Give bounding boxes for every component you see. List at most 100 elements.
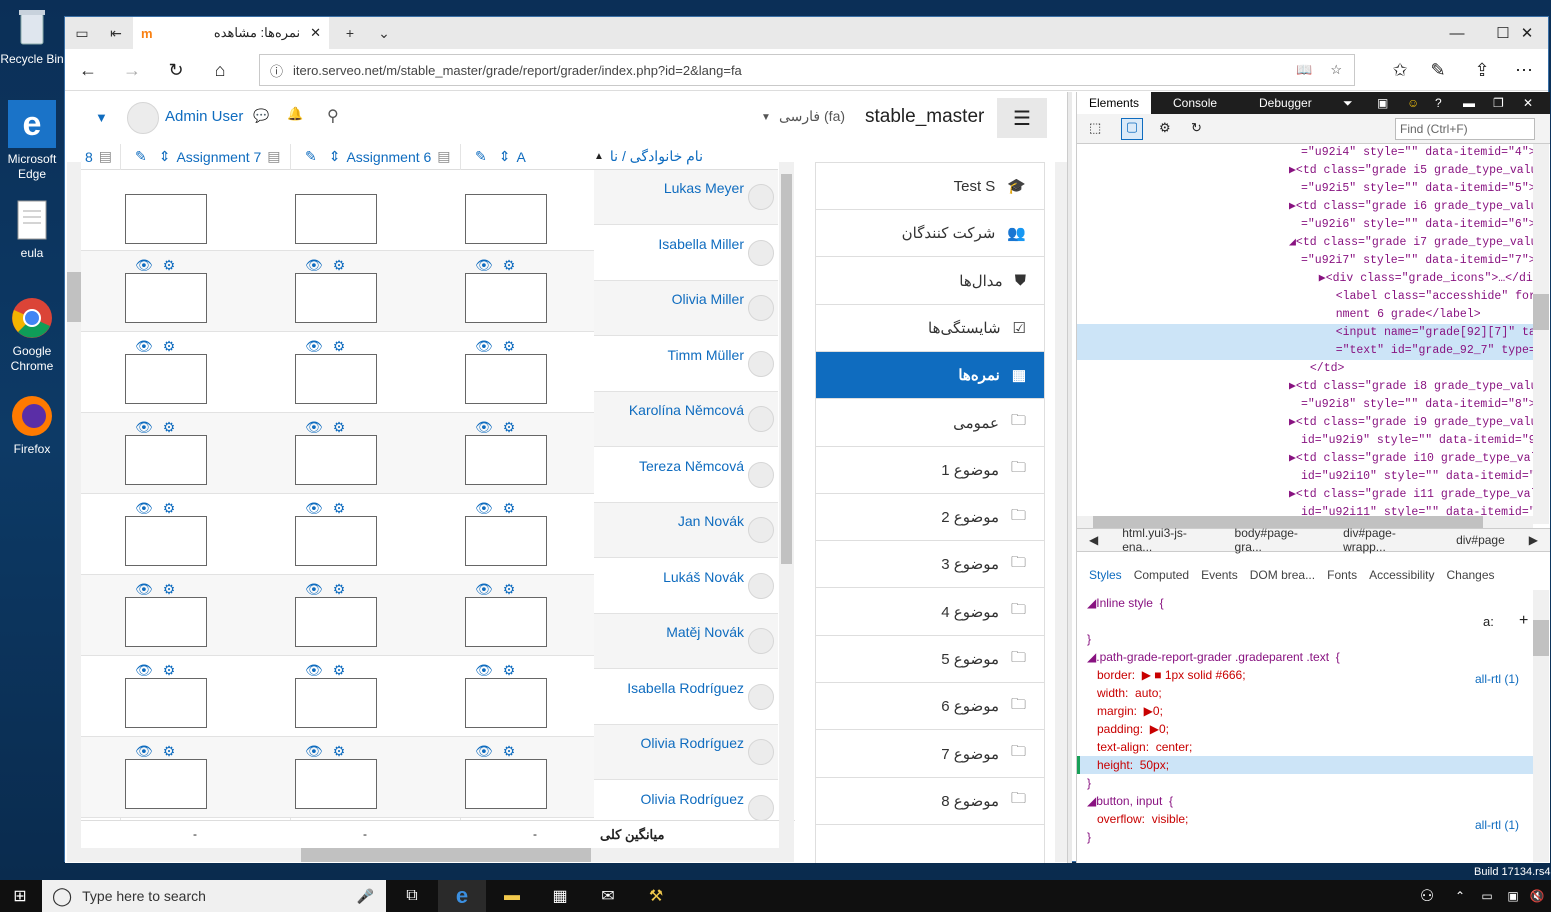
style-line[interactable]: } xyxy=(1077,630,1533,648)
gear-icon[interactable]: ⚙ xyxy=(163,662,176,679)
breadcrumb-item[interactable]: html.yui3-js-ena... xyxy=(1110,526,1222,554)
gear-icon[interactable]: ⚙ xyxy=(503,338,516,355)
avatar[interactable] xyxy=(127,102,159,134)
select-element-icon[interactable]: ⬚ xyxy=(1089,120,1101,136)
style-line[interactable]: overflow: visible; xyxy=(1077,810,1533,828)
grade-input[interactable] xyxy=(295,678,377,728)
edit-pencil-icon[interactable]: ✎ xyxy=(475,148,487,165)
dom-tree-scrollbar[interactable] xyxy=(1533,144,1549,524)
grade-input[interactable] xyxy=(465,759,547,809)
student-name-link[interactable]: Karolína Němcová xyxy=(629,402,744,418)
style-line[interactable] xyxy=(1077,612,1533,630)
grade-input[interactable] xyxy=(295,273,377,323)
breadcrumb-item[interactable]: body#page-gra... xyxy=(1223,526,1332,554)
help-icon[interactable]: ? xyxy=(1423,92,1454,114)
column-header[interactable]: ✎ ⇕ Assignment 7 ▤ xyxy=(121,144,290,170)
tab-console[interactable]: Console xyxy=(1161,92,1229,114)
sort-arrows-icon[interactable]: ⇕ xyxy=(499,148,511,165)
student-name-link[interactable]: Olivia Rodríguez xyxy=(641,791,745,807)
eye-icon[interactable]: 👁 xyxy=(475,581,493,598)
dom-line[interactable]: ▶<div class="grade_icons">…</div> xyxy=(1077,270,1533,288)
dom-line[interactable]: ="text" id="grade_92_7" type="tex xyxy=(1077,342,1533,360)
dom-line[interactable]: ▶<td class="grade i11 grade_type_val xyxy=(1077,486,1533,504)
student-name-link[interactable]: Olivia Rodríguez xyxy=(641,735,745,751)
column-header[interactable]: Assignment 8▤ xyxy=(81,144,120,170)
desktop-icon-firefox[interactable]: Firefox xyxy=(0,394,64,457)
messages-icon[interactable]: 💬 xyxy=(253,108,269,124)
style-line[interactable]: margin: ▶0; xyxy=(1077,702,1533,720)
gear-icon[interactable]: ⚙ xyxy=(333,662,346,679)
tab-events[interactable]: Events xyxy=(1201,568,1238,582)
show-hidden-icons-icon[interactable]: ⌃ xyxy=(1446,880,1474,912)
forward-icon[interactable]: → xyxy=(115,54,149,86)
style-line[interactable]: } xyxy=(1077,774,1533,792)
eye-icon[interactable]: 👁 xyxy=(135,338,153,355)
nav-item[interactable]: مدال‌ها ⛊ xyxy=(816,258,1044,305)
grade-input[interactable] xyxy=(125,194,207,244)
chevron-down-icon[interactable]: ⌄ xyxy=(367,17,401,49)
file-explorer-icon[interactable]: ▬ xyxy=(488,880,536,912)
gear-icon[interactable]: ⚙ xyxy=(163,743,176,760)
dom-line[interactable]: ="u92i5" style="" data-itemid="5">… xyxy=(1077,180,1533,198)
add-rule-icon[interactable]: + xyxy=(1519,612,1528,630)
breadcrumb-left-icon[interactable]: ◀ xyxy=(1077,533,1110,547)
dom-line[interactable]: id="u92i11" style="" data-itemid="1 xyxy=(1077,504,1533,516)
task-view-icon[interactable]: ⧉ xyxy=(388,880,436,912)
tab-dom-breakpoints[interactable]: DOM brea... xyxy=(1250,568,1315,582)
left-scrollbar-stub[interactable] xyxy=(67,162,81,862)
refresh-icon[interactable]: ↻ xyxy=(159,54,193,86)
gear-icon[interactable]: ⚙ xyxy=(503,500,516,517)
more-icon[interactable]: ⋯ xyxy=(1507,54,1541,86)
grade-input[interactable] xyxy=(125,516,207,566)
dom-tree[interactable]: ="u92i4" style="" data-itemid="4">… ▶<td … xyxy=(1077,144,1533,516)
name-header[interactable]: نام خانوادگی / نا ▲ xyxy=(594,144,778,170)
tools-icon[interactable]: ⚒ xyxy=(632,880,680,912)
eye-icon[interactable]: 👁 xyxy=(305,419,323,436)
column-header[interactable]: ✎ ⇕ Assignment 6 ▤ xyxy=(291,144,460,170)
tab-changes[interactable]: Changes xyxy=(1446,568,1494,582)
gear-icon[interactable]: ⚙ xyxy=(163,581,176,598)
eye-icon[interactable]: 👁 xyxy=(305,338,323,355)
tab-groups-icon[interactable]: ▭ xyxy=(65,17,99,49)
style-line[interactable]: ◢button, input { xyxy=(1077,792,1533,810)
dom-line[interactable]: id="u92i9" style="" data-itemid="9" xyxy=(1077,432,1533,450)
all-rtl-link[interactable]: all-rtl (1) xyxy=(1475,672,1519,686)
grade-input[interactable] xyxy=(465,194,547,244)
eye-icon[interactable]: 👁 xyxy=(305,743,323,760)
grade-input[interactable] xyxy=(465,354,547,404)
grade-input[interactable] xyxy=(465,597,547,647)
close-window-icon[interactable]: ✕ xyxy=(1504,17,1550,49)
grade-input[interactable] xyxy=(295,516,377,566)
notes-icon[interactable]: ✎ xyxy=(1421,54,1455,86)
dom-line[interactable]: ◢<td class="grade i7 grade_type_valu xyxy=(1077,234,1533,252)
info-icon[interactable]: ⓘ xyxy=(270,61,283,80)
style-line[interactable]: padding: ▶0; xyxy=(1077,720,1533,738)
sort-arrows-icon[interactable]: ⇕ xyxy=(329,148,341,165)
grade-input[interactable] xyxy=(125,678,207,728)
gear-icon[interactable]: ⚙ xyxy=(163,257,176,274)
all-rtl-link[interactable]: all-rtl (1) xyxy=(1475,818,1519,832)
student-name-link[interactable]: Tereza Němcová xyxy=(639,458,744,474)
eye-icon[interactable]: 👁 xyxy=(475,743,493,760)
grade-input[interactable] xyxy=(125,435,207,485)
nav-item[interactable]: موضوع 5 🗀 xyxy=(816,636,1044,683)
gear-icon[interactable]: ⚙ xyxy=(503,257,516,274)
nav-item[interactable]: نمره‌ها ▦ xyxy=(816,352,1044,400)
eye-icon[interactable]: 👁 xyxy=(135,581,153,598)
dom-line[interactable]: ="u92i8" style="" data-itemid="8">… xyxy=(1077,396,1533,414)
site-name[interactable]: stable_master xyxy=(865,106,984,128)
nav-item[interactable]: موضوع 3 🗀 xyxy=(816,541,1044,589)
more-tabs-icon[interactable]: ⏷ xyxy=(1331,92,1365,114)
eye-icon[interactable]: 👁 xyxy=(305,257,323,274)
nav-item[interactable]: موضوع 8 🗀 xyxy=(816,778,1044,825)
url-field[interactable]: ⓘ itero.serveo.net/m/stable_master/grade… xyxy=(259,54,1355,86)
student-name-link[interactable]: Timm Müller xyxy=(668,347,744,363)
language-menu[interactable]: فارسی (fa) xyxy=(779,108,845,125)
dom-line[interactable]: ▶<td class="grade i6 grade_type_valu xyxy=(1077,198,1533,216)
gear-icon[interactable]: ⚙ xyxy=(503,581,516,598)
tab-fonts[interactable]: Fonts xyxy=(1327,568,1357,582)
styles-pane[interactable]: ◢Inline style {} ◢.path-grade-report-grad… xyxy=(1077,590,1533,862)
table-vertical-scrollbar[interactable] xyxy=(779,162,794,862)
dom-line[interactable]: ▶<td class="grade i9 grade_type_valu xyxy=(1077,414,1533,432)
grade-input[interactable] xyxy=(125,759,207,809)
